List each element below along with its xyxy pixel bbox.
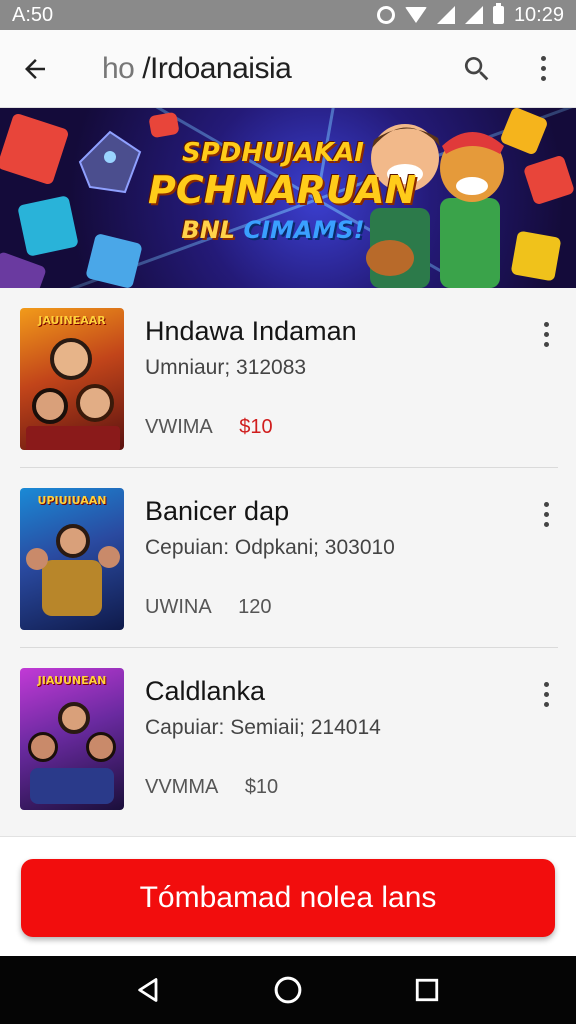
back-button[interactable] (0, 30, 70, 108)
item-thumbnail: JAUINEAAR (20, 308, 124, 450)
search-icon (464, 56, 489, 80)
item-title: Hndawa Indaman (145, 316, 357, 346)
item-meta: UWINA 120 (145, 596, 272, 619)
more-vert-icon (543, 501, 549, 527)
wifi-icon (404, 7, 427, 23)
banner-headline-line3: BNL CIMAMS! (148, 216, 398, 244)
overflow-menu-button[interactable] (510, 30, 576, 108)
more-vert-icon (543, 681, 549, 707)
item-meta-label: VWIMA (145, 416, 212, 438)
item-menu-button[interactable] (532, 318, 560, 350)
list-item[interactable]: JIAUUNEAN Caldlanka Capuiar: Semiaii; 21… (0, 648, 576, 828)
list-item[interactable]: JAUINEAAR Hndawa Indaman Umniaur; 312083… (0, 288, 576, 468)
item-price: $10 (239, 416, 273, 438)
item-subtitle: Umniaur; 312083 (145, 356, 307, 379)
thumbnail-title: UPIUIUAAN (37, 494, 107, 507)
battery-icon (492, 3, 504, 24)
banner-block-decor (17, 195, 79, 257)
list-item[interactable]: UPIUIUAAN Banicer dap Cepuian: Odpkani; … (0, 468, 576, 648)
status-time-left: A:50 (12, 3, 54, 26)
triangle-back-icon (138, 978, 158, 1002)
signal-icon-2 (464, 6, 483, 24)
item-meta: VWIMA $10 (145, 416, 273, 439)
item-title: Banicer dap (145, 496, 290, 526)
banner-block-decor (522, 154, 576, 206)
settings-status-icon (376, 6, 395, 24)
primary-action-button[interactable]: Tómbamad nolea lans (21, 859, 555, 937)
square-recents-icon (415, 978, 438, 1002)
nav-home-button[interactable] (258, 960, 318, 1020)
item-thumbnail: UPIUIUAAN (20, 488, 124, 630)
item-meta-label: VVMMA (145, 776, 218, 798)
banner-headline-line2: PCHNARUAN (148, 168, 417, 212)
more-vert-icon (543, 321, 549, 347)
banner-block-decor (85, 232, 143, 288)
banner-block-decor (0, 250, 48, 288)
banner-line3-b: CIMAMS! (243, 216, 365, 244)
item-subtitle: Cepuian: Odpkani; 303010 (145, 536, 395, 559)
item-menu-button[interactable] (532, 678, 560, 710)
system-nav-bar (0, 956, 576, 1024)
item-list: JAUINEAAR Hndawa Indaman Umniaur; 312083… (0, 288, 576, 836)
circle-home-icon (274, 976, 302, 1004)
page-title-text: /Irdoanaisia (142, 51, 292, 85)
thumbnail-title: JIAUUNEAN (37, 674, 107, 687)
app-bar-actions (444, 30, 576, 108)
app-bar: ho /Irdoanaisia (0, 30, 576, 108)
banner-headline-line1: SPDHUJAKAI (182, 138, 364, 168)
item-title: Caldlanka (145, 676, 266, 706)
banner-block-decor (148, 111, 180, 139)
page-title-prefix: ho (102, 51, 135, 85)
primary-action-label: Tómbamad nolea lans (139, 881, 437, 914)
item-meta-label: UWINA (145, 596, 211, 618)
thumbnail-title: JAUINEAAR (38, 314, 106, 327)
page-title: ho /Irdoanaisia (102, 51, 292, 86)
search-button[interactable] (444, 30, 510, 108)
nav-recents-button[interactable] (397, 960, 457, 1020)
item-thumbnail: JIAUUNEAN (20, 668, 124, 810)
item-meta: VVMMA $10 (145, 776, 278, 799)
robot-figure (78, 130, 142, 194)
signal-icon (436, 6, 455, 24)
status-time-right: 10:29 (513, 3, 564, 26)
status-bar: A:50 10:29 (0, 0, 576, 30)
status-icons: 10:29 (376, 3, 564, 27)
item-subtitle: Capuiar: Semiaii; 214014 (145, 716, 381, 739)
banner-line3-a: BNL (181, 216, 236, 244)
more-vert-icon (540, 56, 546, 81)
promo-banner[interactable]: SPDHUJAKAI PCHNARUAN BNL CIMAMS! (0, 108, 576, 288)
arrow-left-icon (25, 58, 45, 79)
item-price: $10 (244, 776, 279, 798)
nav-back-button[interactable] (119, 960, 179, 1020)
banner-block-decor (0, 112, 70, 186)
item-menu-button[interactable] (532, 498, 560, 530)
cta-area: Tómbamad nolea lans (0, 836, 576, 956)
item-price: 120 (238, 596, 272, 618)
app-screen: A:50 10:29 ho /Irdoanaisia SPDHUJAKAI PC… (0, 0, 576, 1024)
